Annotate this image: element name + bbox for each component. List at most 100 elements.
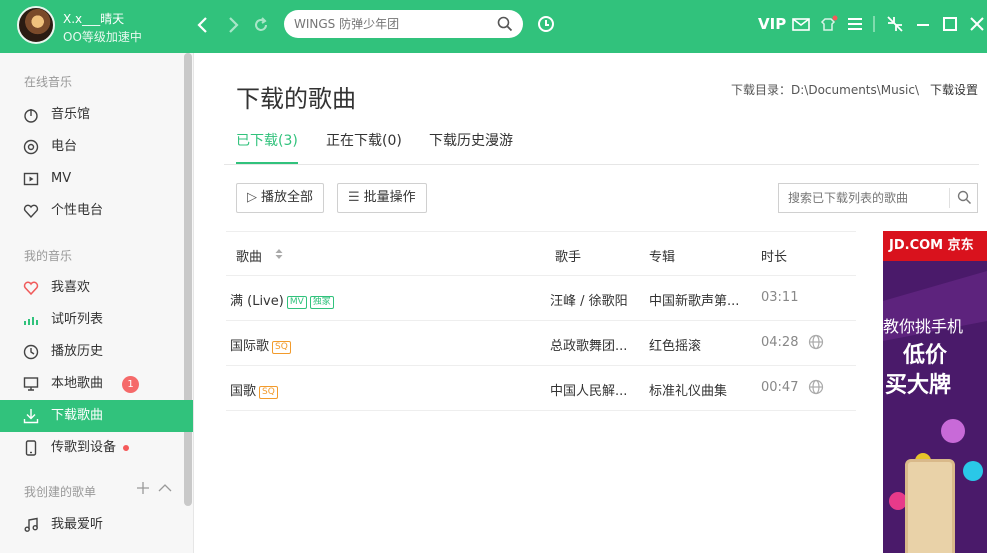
skin-icon[interactable]	[818, 14, 838, 34]
download-icon	[23, 409, 39, 424]
search-input[interactable]	[294, 14, 484, 34]
tab-downloading[interactable]: 正在下载(0)	[326, 132, 402, 164]
sidebar-item-trial-list[interactable]: 试听列表	[0, 304, 193, 336]
artist-cell[interactable]: 中国人民解...	[550, 380, 627, 399]
column-song[interactable]: 歌曲	[236, 246, 262, 265]
sidebar-item-label: 试听列表	[51, 312, 104, 327]
sidebar-item-playlist[interactable]: 我最爱听	[0, 509, 193, 541]
ad-brand: JD.COM 京东	[883, 231, 987, 261]
maximize-icon[interactable]	[941, 14, 959, 34]
sidebar-item-radio[interactable]: 电台	[0, 131, 193, 163]
forward-icon[interactable]	[222, 13, 244, 37]
search-icon[interactable]	[957, 190, 972, 205]
sidebar-item-favorites[interactable]: 我喜欢	[0, 272, 193, 304]
ad-line-1: 教你挑手机	[883, 317, 964, 336]
duration-cell: 04:28	[761, 335, 799, 350]
table-header: 歌曲 歌手 专辑 时长	[226, 231, 856, 276]
artist-cell[interactable]: 总政歌舞团...	[550, 335, 627, 354]
tab-download-history[interactable]: 下载历史漫游	[429, 132, 513, 164]
album-cell[interactable]: 中国新歌声第...	[649, 290, 739, 309]
vip-button[interactable]: VIP	[758, 14, 786, 34]
table-row[interactable]: 国际歌 SQ 总政歌舞团... 红色摇滚 04:28	[226, 321, 856, 366]
note-icon	[24, 517, 38, 532]
user-name[interactable]: X.x___晴天	[63, 10, 124, 27]
bars-icon	[24, 317, 38, 325]
sidebar-item-label: MV	[51, 171, 72, 186]
menu-icon[interactable]	[846, 14, 864, 34]
column-artist[interactable]: 歌手	[555, 246, 581, 265]
sidebar-item-downloads[interactable]: 下载歌曲	[0, 400, 193, 432]
main-panel: 下载的歌曲 下载目录：D:\Documents\Music\ 下载设置 已下载(…	[194, 53, 987, 553]
back-icon[interactable]	[192, 13, 214, 37]
list-search-input[interactable]	[788, 189, 938, 207]
avatar[interactable]	[17, 6, 55, 44]
monitor-icon	[23, 377, 39, 391]
add-playlist-icon[interactable]	[136, 481, 150, 495]
minimize-icon[interactable]	[914, 14, 932, 34]
song-cell[interactable]: 满 (Live) MV 独家	[230, 290, 334, 309]
close-icon[interactable]	[968, 14, 986, 34]
heart-icon	[23, 281, 39, 296]
device-icon	[25, 440, 37, 456]
table-row[interactable]: 满 (Live) MV 独家 汪峰 / 徐歌阳 中国新歌声第... 03:11	[226, 276, 856, 321]
sidebar-item-local-songs[interactable]: 本地歌曲 1	[0, 368, 193, 400]
sidebar-item-label: 音乐馆	[51, 107, 91, 122]
sidebar-item-transfer-to-device[interactable]: 传歌到设备	[0, 432, 193, 464]
play-all-label: 播放全部	[261, 190, 314, 205]
download-directory[interactable]: 下载目录：D:\Documents\Music\	[731, 81, 919, 98]
song-title[interactable]: 国际歌	[230, 339, 269, 354]
artist-cell[interactable]: 汪峰 / 徐歌阳	[550, 290, 628, 309]
sq-tag: SQ	[259, 386, 278, 399]
sidebar-item-label: 个性电台	[51, 203, 104, 218]
search-box[interactable]	[284, 10, 523, 38]
list-search-box[interactable]	[778, 183, 978, 213]
section-created-playlists: 我创建的歌单	[24, 485, 97, 499]
column-album[interactable]: 专辑	[649, 246, 675, 265]
album-cell[interactable]: 红色摇滚	[649, 335, 701, 354]
download-settings-link[interactable]: 下载设置	[930, 81, 978, 98]
sidebar-item-personal-radio[interactable]: 个性电台	[0, 195, 193, 227]
radio-icon	[23, 139, 39, 155]
sidebar-item-history[interactable]: 播放历史	[0, 336, 193, 368]
section-my-music: 我的音乐	[24, 249, 73, 263]
clock-icon	[23, 344, 39, 360]
sidebar: 在线音乐 音乐馆 电台 MV 个性电台 我的音乐 我喜欢 试听列表 播放历史 本…	[0, 53, 194, 553]
sidebar-item-label: 本地歌曲	[51, 376, 104, 391]
ad-banner[interactable]: JD.COM 京东 教你挑手机 低价 买大牌	[883, 231, 987, 553]
column-duration[interactable]: 时长	[761, 246, 787, 265]
new-dot	[123, 445, 129, 451]
section-online-music: 在线音乐	[24, 75, 73, 89]
tab-bar: 已下载(3) 正在下载(0) 下载历史漫游	[224, 125, 979, 165]
listen-recognize-icon[interactable]	[536, 14, 556, 34]
table-row[interactable]: 国歌 SQ 中国人民解... 标准礼仪曲集 00:47	[226, 366, 856, 411]
tab-downloaded[interactable]: 已下载(3)	[236, 132, 298, 164]
top-bar: X.x___晴天 OO等级加速中 VIP	[0, 0, 987, 53]
sidebar-item-label: 播放历史	[51, 344, 104, 359]
exclusive-tag: 独家	[309, 296, 334, 309]
phone-image	[905, 459, 955, 553]
sidebar-item-music-hall[interactable]: 音乐馆	[0, 99, 193, 131]
mini-mode-icon[interactable]	[885, 14, 905, 34]
batch-label: 批量操作	[363, 190, 416, 205]
globe-icon[interactable]	[808, 379, 824, 395]
sq-tag: SQ	[272, 341, 291, 354]
user-level[interactable]: OO等级加速中	[63, 28, 142, 45]
mv-tag[interactable]: MV	[286, 296, 307, 309]
sidebar-item-mv[interactable]: MV	[0, 163, 193, 195]
song-title[interactable]: 满 (Live)	[230, 294, 284, 309]
sort-icon[interactable]	[274, 248, 284, 260]
song-title[interactable]: 国歌	[230, 384, 256, 399]
globe-icon[interactable]	[808, 334, 824, 350]
divider	[873, 16, 875, 32]
album-cell[interactable]: 标准礼仪曲集	[649, 380, 727, 399]
play-all-button[interactable]: ▷ 播放全部	[236, 183, 325, 213]
ad-line-3: 买大牌	[885, 373, 952, 398]
song-cell[interactable]: 国际歌 SQ	[230, 335, 291, 354]
music-hall-icon	[24, 109, 38, 123]
song-cell[interactable]: 国歌 SQ	[230, 380, 278, 399]
mail-icon[interactable]	[792, 14, 810, 34]
search-icon[interactable]	[497, 16, 513, 32]
collapse-icon[interactable]	[158, 481, 172, 495]
batch-operation-button[interactable]: ☰ 批量操作	[337, 183, 427, 213]
refresh-icon[interactable]	[250, 13, 272, 37]
